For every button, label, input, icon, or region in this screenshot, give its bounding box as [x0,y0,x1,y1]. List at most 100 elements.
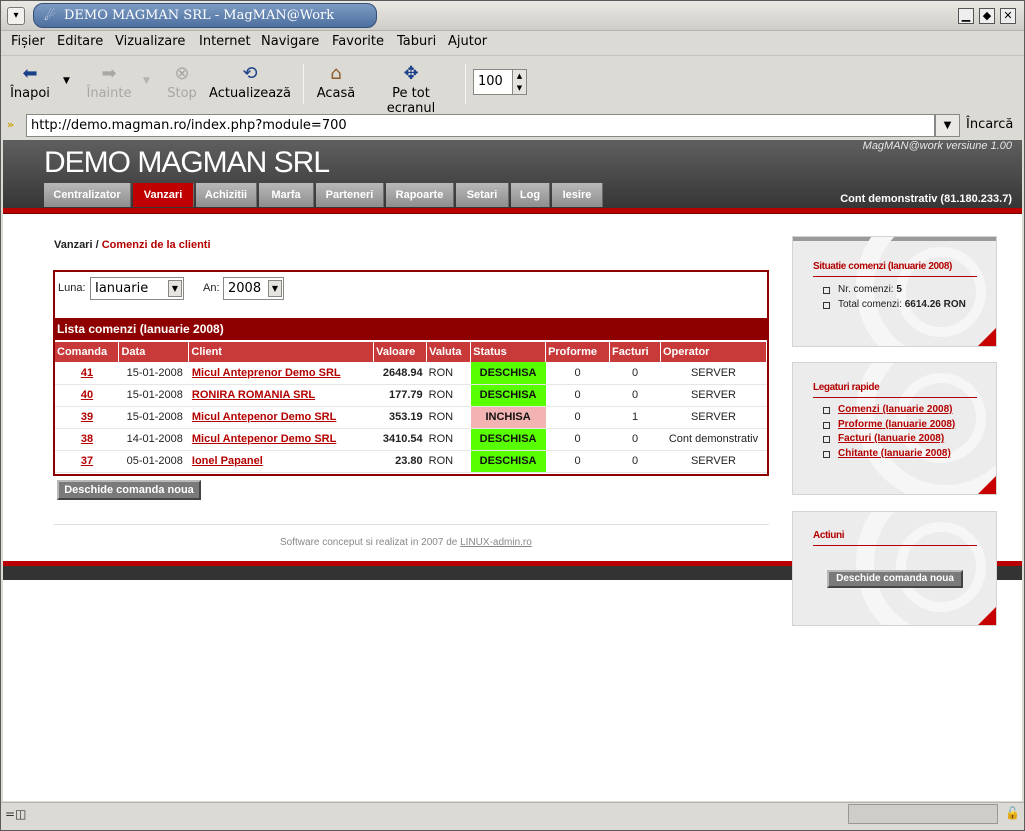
tab-iesire[interactable]: Iesire [552,183,603,207]
summary-list: Nr. comenzi: 5 Total comenzi: 6614.26 RO… [823,284,966,313]
proforma-count: 0 [545,384,610,407]
breadcrumb-root[interactable]: Vanzari [54,239,93,251]
menu-edit[interactable]: Editare [57,34,103,49]
col-header[interactable]: Valuta [426,342,472,362]
quick-link-invoices[interactable]: Facturi (Ianuarie 2008) [838,433,944,444]
order-number-link[interactable]: 41 [81,367,93,379]
footer-credit-link[interactable]: LINUX-admin.ro [460,537,532,548]
menu-file[interactable]: Fișier [11,34,45,49]
order-number-link[interactable]: 38 [81,433,93,445]
forward-history-dropdown[interactable]: ▼ [143,76,150,86]
client-link[interactable]: Micul Antepenor Demo SRL [192,433,336,445]
orders-table: Comanda Data Client Valoare Valuta Statu… [55,342,767,473]
status-badge: INCHISA [470,406,546,429]
client-link[interactable]: Ionel Papanel [192,455,263,467]
col-header[interactable]: Valoare [373,342,428,362]
order-number-link[interactable]: 37 [81,455,93,467]
maximize-button[interactable]: ◆ [979,8,995,24]
order-number-link[interactable]: 40 [81,389,93,401]
col-header[interactable]: Data [118,342,190,362]
tab-parteneri[interactable]: Parteneri [316,183,384,207]
reload-icon: ⟲ [242,63,258,84]
chevron-down-icon: ▼ [268,280,282,297]
tab-achizitii[interactable]: Achizitii [196,183,257,207]
menu-help[interactable]: Ajutor [448,34,487,49]
menu-internet[interactable]: Internet [199,34,251,49]
quick-links-list: Comenzi (Ianuarie 2008) Proforme (Ianuar… [823,404,955,462]
breadcrumb-current: Comenzi de la clienti [101,239,211,251]
zoom-spinbox[interactable]: 100 ▲ ▼ [473,69,527,95]
home-label: Acasă [316,86,356,101]
table-row: 39 15-01-2008 Micul Antepenor Demo SRL 3… [55,406,767,429]
site-header: DEMO MAGMAN SRL MagMAN@work versiune 1.0… [3,140,1022,210]
year-select[interactable]: 2008 ▼ [223,277,284,300]
tab-rapoarte[interactable]: Rapoarte [386,183,454,207]
col-header[interactable]: Operator [660,342,767,362]
orders-panel: Luna: Ianuarie ▼ An: 2008 ▼ Lista comenz… [53,270,769,476]
col-header[interactable]: Comanda [55,342,120,362]
col-header[interactable]: Client [188,342,375,362]
client-link[interactable]: Micul Antepenor Demo SRL [192,411,336,423]
operator-name: SERVER [660,362,767,385]
forward-label: Înainte [86,86,132,101]
col-header[interactable]: Status [470,342,547,362]
client-link[interactable]: Micul Anteprenor Demo SRL [192,367,341,379]
order-value: 23.80 [373,450,427,473]
order-value: 3410.54 [373,428,427,451]
zoom-spin-buttons[interactable]: ▲ ▼ [512,70,526,94]
new-order-button[interactable]: Deschide comanda noua [57,480,201,500]
forward-button[interactable]: ➡ Înainte [85,62,133,101]
year-value: 2008 [228,281,262,296]
month-select[interactable]: Ianuarie ▼ [90,277,184,300]
reload-button[interactable]: ⟲ Actualizează [207,62,293,101]
home-button[interactable]: ⌂ Acasă [314,62,358,101]
stop-label: Stop [167,86,197,101]
minimize-button[interactable]: ▁ [958,8,974,24]
order-currency: RON [426,428,471,451]
back-label: Înapoi [10,86,50,101]
back-history-dropdown[interactable]: ▼ [63,76,70,86]
menu-navigate[interactable]: Navigare [261,34,319,49]
back-button[interactable]: ⬅ Înapoi [9,62,51,101]
menu-favorites[interactable]: Favorite [332,34,384,49]
actions-title: Actiuni [813,530,977,546]
breadcrumb-separator: / [92,239,102,251]
chevron-down-icon: ▼ [168,280,182,297]
reload-label: Actualizează [209,86,291,101]
window-menu-button[interactable]: ▾ [7,7,25,25]
order-currency: RON [426,362,471,385]
quick-link-proforma[interactable]: Proforme (Ianuarie 2008) [838,419,955,430]
orders-list-title: Lista comenzi (Ianuarie 2008) [55,318,767,340]
tab-log[interactable]: Log [511,183,550,207]
invoice-count: 0 [609,362,661,385]
close-button[interactable]: ✕ [1000,8,1016,24]
tab-marfa[interactable]: Marfa [259,183,314,207]
actions-new-order-button[interactable]: Deschide comanda noua [827,570,963,588]
col-header[interactable]: Facturi [609,342,661,362]
order-number-link[interactable]: 39 [81,411,93,423]
tab-centralizator[interactable]: Centralizator [44,183,131,207]
account-info: Cont demonstrativ (81.180.233.7) [840,193,1012,205]
stop-button[interactable]: ⊗ Stop [165,62,199,101]
menu-tabs[interactable]: Taburi [397,34,436,49]
order-date: 15-01-2008 [118,384,189,407]
order-date: 14-01-2008 [118,428,189,451]
quick-link-receipts[interactable]: Chitante (Ianuarie 2008) [838,448,951,459]
tab-vanzari[interactable]: Vanzari [133,183,194,207]
quick-link-orders[interactable]: Comenzi (Ianuarie 2008) [838,404,952,415]
proforma-count: 0 [545,428,610,451]
summary-total-label: Total comenzi: [838,298,905,310]
tab-setari[interactable]: Setari [456,183,509,207]
zoom-value: 100 [478,74,503,89]
col-header[interactable]: Proforme [545,342,611,362]
load-button[interactable]: Încarcă [966,117,1013,132]
url-history-dropdown[interactable]: ▼ [935,114,960,137]
invoice-count: 0 [609,450,661,473]
client-link[interactable]: RONIRA ROMANIA SRL [192,389,315,401]
order-value: 2648.94 [373,362,427,385]
status-badge: DESCHISA [470,362,546,385]
menu-view[interactable]: Vizualizare [115,34,185,49]
fullscreen-button[interactable]: ✥ Pe tot ecranul [366,62,456,116]
url-input[interactable] [26,114,935,137]
table-header-row: Comanda Data Client Valoare Valuta Statu… [55,342,767,362]
